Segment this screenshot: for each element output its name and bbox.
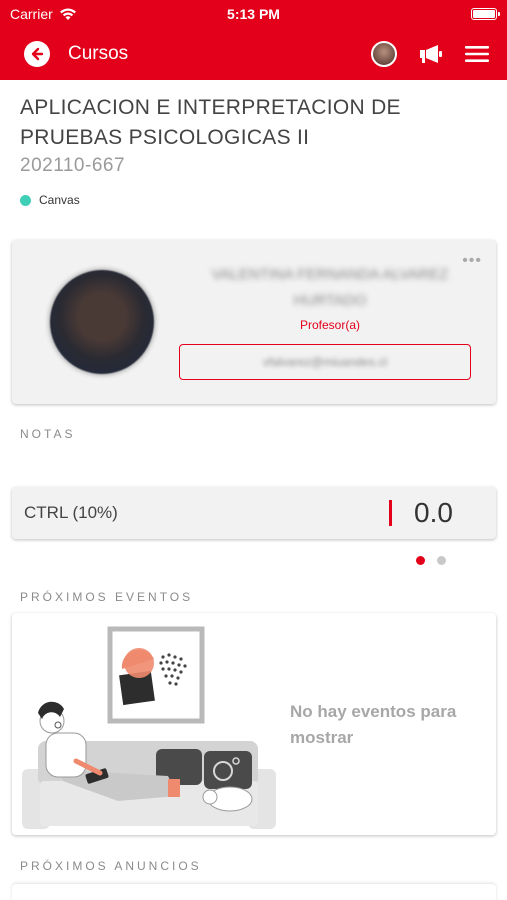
empty-events-illustration: [22, 626, 276, 829]
nav-title: Cursos: [68, 43, 129, 64]
course-code: 202110-667: [20, 155, 126, 176]
grade-value: 0.0: [414, 497, 453, 528]
wifi-icon: [59, 7, 76, 20]
teacher-role: Profesor(a): [299, 318, 361, 332]
back-button[interactable]: [24, 41, 50, 67]
battery-icon: [471, 8, 500, 20]
course-title: APLICACION E INTERPRETACION DE PRUEBAS P…: [20, 96, 401, 149]
teacher-name: VALENTINA FERNANDA ALVAREZ HURTADO: [211, 266, 449, 309]
pager-dot-1[interactable]: [416, 556, 425, 565]
teacher-card: ••• VALENTINA FERNANDA ALVAREZ HURTADO P…: [12, 240, 496, 404]
events-section-label: PRÓXIMOS EVENTOS: [20, 590, 194, 604]
platform-badge: Canvas: [20, 193, 80, 207]
teacher-avatar: [50, 270, 154, 374]
platform-dot: [20, 194, 31, 206]
megaphone-icon[interactable]: [419, 44, 443, 64]
announcements-section-label: PRÓXIMOS ANUNCIOS: [20, 859, 202, 873]
teacher-email: vfalvarez@miuandes.cl: [262, 355, 388, 369]
carrier-label: Carrier: [10, 6, 53, 22]
grades-section-label: NOTAS: [20, 427, 76, 441]
status-time: 5:13 PM: [227, 6, 280, 22]
nav-actions: [371, 41, 489, 67]
grade-divider: [389, 500, 392, 526]
events-card: No hay eventos para mostrar: [12, 613, 496, 835]
grade-name: CTRL (10%): [24, 503, 118, 522]
user-avatar-button[interactable]: [371, 41, 397, 67]
carrier-group: Carrier: [10, 6, 77, 22]
pager-dot-2[interactable]: [437, 556, 446, 565]
platform-label: Canvas: [39, 193, 80, 207]
nav-row: Cursos: [0, 28, 507, 80]
status-bar: Carrier 5:13 PM: [0, 0, 507, 28]
app-header: Carrier 5:13 PM Cursos: [0, 0, 507, 80]
events-empty-text: No hay eventos para mostrar: [290, 702, 457, 747]
grade-card[interactable]: CTRL (10%) 0.0: [12, 487, 496, 539]
announcements-card: [12, 884, 496, 900]
teacher-email-button[interactable]: vfalvarez@miuandes.cl: [179, 344, 471, 380]
hamburger-menu-icon[interactable]: [465, 45, 489, 63]
grades-pager: [416, 556, 446, 565]
arrow-left-icon: [31, 47, 44, 61]
